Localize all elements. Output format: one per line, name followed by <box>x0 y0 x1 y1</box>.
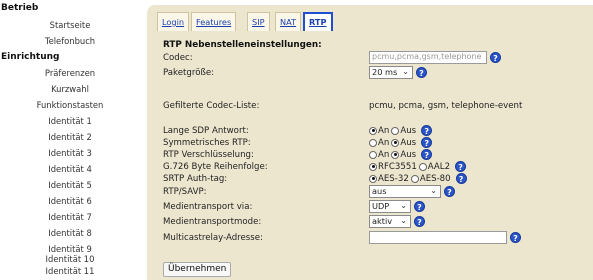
multicast-label: Multicastrelay-Adresse: <box>163 233 263 243</box>
an-label: An <box>378 125 390 136</box>
sidebar-item-startseite[interactable]: Startseite <box>1 20 139 30</box>
sidebar-item-identitaet-11[interactable]: Identität 11 <box>1 266 139 276</box>
sdp-an-radio[interactable] <box>369 126 377 135</box>
sym-label: Symmetrisches RTP: <box>163 138 251 148</box>
multicast-input[interactable] <box>369 231 507 244</box>
help-icon[interactable]: ? <box>414 216 425 227</box>
paket-select[interactable]: 20 ms ⌄ <box>369 66 413 79</box>
sdp-aus-radio[interactable] <box>391 126 400 135</box>
an-label: An <box>378 149 390 160</box>
medtrans-label: Medientransport via: <box>163 202 253 212</box>
sdp-label: Lange SDP Antwort: <box>163 126 249 136</box>
sidebar-item-identitaet-10[interactable]: Identität 10 <box>1 254 139 264</box>
codec-row: pcmu,pcma,gsm,telephone? <box>369 51 501 64</box>
help-icon[interactable]: ? <box>421 125 433 136</box>
medmode-select[interactable]: aktiv ⌄ <box>369 215 411 228</box>
sidebar-item-identitaet-7[interactable]: Identität 7 <box>1 212 139 222</box>
tab-login[interactable]: Login <box>157 12 190 31</box>
sidebar-item-identitaet-3[interactable]: Identität 3 <box>1 148 139 158</box>
paket-label: Paketgröße: <box>163 68 215 78</box>
sidebar-item-telefonbuch[interactable]: Telefonbuch <box>1 36 139 46</box>
vers-row: An Aus? <box>369 149 433 160</box>
sidebar-item-identitaet-2[interactable]: Identität 2 <box>1 132 139 142</box>
aes80-label: AES-80 <box>419 173 451 184</box>
section-betrieb: Betrieb <box>1 3 39 13</box>
help-icon[interactable]: ? <box>455 173 467 184</box>
aal2-label: AAL2 <box>427 161 451 172</box>
settings-panel: Login Features SIP NAT RTP RTP Nebenstel… <box>147 5 593 280</box>
chevron-down-icon: ⌄ <box>402 67 409 76</box>
medtrans-select[interactable]: UDP ⌄ <box>369 200 411 213</box>
sidebar-item-funktionstasten[interactable]: Funktionstasten <box>1 100 139 110</box>
medmode-row: aktiv ⌄? <box>369 215 425 228</box>
medmode-label: Medientransportmode: <box>163 217 262 227</box>
medtrans-value: UDP <box>372 201 390 211</box>
aus-label: Aus <box>400 137 417 148</box>
aus-label: Aus <box>400 149 417 160</box>
help-icon[interactable]: ? <box>444 186 455 197</box>
sidebar-item-identitaet-6[interactable]: Identität 6 <box>1 196 139 206</box>
srtp-aes80-radio[interactable] <box>410 174 419 183</box>
section-title: RTP Nebenstelleneinstellungen: <box>163 40 322 50</box>
savp-row: aus ⌄? <box>369 185 455 198</box>
vers-an-radio[interactable] <box>369 150 377 159</box>
g726-label: G.726 Byte Reihenfolge: <box>163 162 268 172</box>
help-icon[interactable]: ? <box>421 137 433 148</box>
sidebar-item-identitaet-9[interactable]: Identität 9 <box>1 244 139 254</box>
medtrans-row: UDP ⌄? <box>369 200 425 213</box>
sidebar-item-praeferenzen[interactable]: Präferenzen <box>1 68 139 78</box>
gefiltert-value: pcmu, pcma, gsm, telephone-event <box>369 101 523 111</box>
tab-nat[interactable]: NAT <box>275 12 302 31</box>
help-icon[interactable]: ? <box>510 232 521 243</box>
srtp-row: AES-32 AES-80? <box>369 173 467 184</box>
multicast-row: ? <box>369 231 521 244</box>
tab-rtp[interactable]: RTP <box>303 12 333 31</box>
an-label: An <box>378 137 390 148</box>
vers-aus-radio[interactable] <box>391 150 400 159</box>
sidebar-item-identitaet-4[interactable]: Identität 4 <box>1 164 139 174</box>
savp-select[interactable]: aus ⌄ <box>369 185 441 198</box>
srtp-label: SRTP Auth-tag: <box>163 174 228 184</box>
paket-row: 20 ms ⌄? <box>369 66 427 79</box>
tab-features[interactable]: Features <box>191 12 237 31</box>
sdp-row: An Aus? <box>369 125 433 136</box>
sym-an-radio[interactable] <box>369 138 377 147</box>
chevron-down-icon: ⌄ <box>400 216 407 225</box>
vers-label: RTP Verschlüsselung: <box>163 150 254 160</box>
submit-button[interactable]: Übernehmen <box>163 262 232 277</box>
help-icon[interactable]: ? <box>455 161 467 172</box>
sym-aus-radio[interactable] <box>391 138 400 147</box>
sym-row: An Aus? <box>369 137 433 148</box>
sidebar-nav: Betrieb Startseite Telefonbuch Einrichtu… <box>0 0 140 280</box>
help-icon[interactable]: ? <box>490 52 501 63</box>
sidebar-item-identitaet-5[interactable]: Identität 5 <box>1 180 139 190</box>
help-icon[interactable]: ? <box>421 149 433 160</box>
codec-input[interactable]: pcmu,pcma,gsm,telephone <box>369 51 487 64</box>
chevron-down-icon: ⌄ <box>430 186 437 195</box>
g726-aal2-radio[interactable] <box>418 162 427 171</box>
g726-row: RFC3551 AAL2? <box>369 161 467 172</box>
sidebar-item-identitaet-1[interactable]: Identität 1 <box>1 116 139 126</box>
savp-value: aus <box>372 186 387 196</box>
help-icon[interactable]: ? <box>414 201 425 212</box>
codec-label: Codec: <box>163 53 193 63</box>
paket-value: 20 ms <box>372 67 398 77</box>
aus-label: Aus <box>400 125 417 136</box>
savp-label: RTP/SAVP: <box>163 187 207 197</box>
srtp-aes32-radio[interactable] <box>369 174 377 183</box>
tab-sip[interactable]: SIP <box>247 12 270 31</box>
g726-rfc-radio[interactable] <box>369 162 377 171</box>
medmode-value: aktiv <box>372 216 393 226</box>
sidebar-item-identitaet-8[interactable]: Identität 8 <box>1 228 139 238</box>
sidebar-item-kurzwahl[interactable]: Kurzwahl <box>1 84 139 94</box>
chevron-down-icon: ⌄ <box>400 201 407 210</box>
help-icon[interactable]: ? <box>416 67 427 78</box>
section-einrichtung: Einrichtung <box>1 52 60 62</box>
rfc-label: RFC3551 <box>378 161 417 172</box>
aes32-label: AES-32 <box>378 173 409 184</box>
gefiltert-label: Gefilterte Codec-Liste: <box>163 101 260 111</box>
